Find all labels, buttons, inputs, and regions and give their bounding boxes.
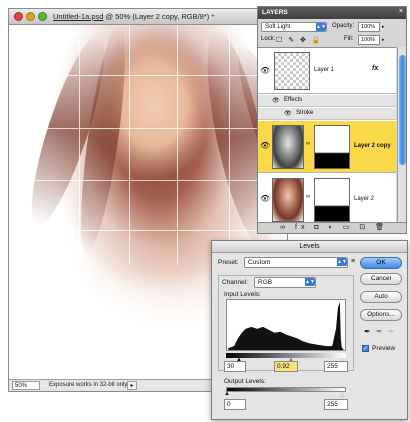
document-title: Untitled-1a.psd @ 50% (Layer 2 copy, RGB… (53, 12, 214, 21)
link-icon[interactable]: ∞ (306, 141, 310, 147)
status-text: Exposure works in 32-bit only (49, 382, 128, 388)
fill-arrow-icon[interactable]: ▸ (382, 35, 387, 45)
chevron-down-icon: ▲▼ (316, 23, 326, 31)
guide-line (9, 180, 287, 181)
blend-mode-select[interactable]: Soft Light ▲▼ (261, 22, 327, 32)
layer-thumbnail (272, 125, 304, 169)
zoom-field[interactable]: 50% (12, 381, 40, 390)
input-gamma-field[interactable]: 0.92 (274, 361, 298, 372)
channel-label: Channel: (222, 279, 249, 286)
layers-scrollbar[interactable] (397, 47, 406, 225)
fx-icon[interactable]: fx (372, 65, 378, 72)
output-levels-label: Output Levels: (224, 378, 266, 385)
layer-list: 👁 Layer 1 fx 👁 Effects 👁 Stroke 👁 ∞ Laye… (258, 47, 396, 226)
options-button[interactable]: Options... (360, 309, 402, 321)
preset-select[interactable]: Custom ▲▼ (244, 257, 348, 268)
guide-line (177, 25, 178, 265)
eye-icon[interactable]: 👁 (284, 110, 292, 117)
eye-icon[interactable]: 👁 (260, 66, 270, 76)
input-black-field[interactable]: 30 (224, 361, 246, 372)
document-title-details: @ 50% (Layer 2 copy, RGB/8*) * (103, 12, 215, 21)
layer-name: Layer 2 copy (354, 143, 391, 149)
document-title-bar[interactable]: Untitled-1a.psd @ 50% (Layer 2 copy, RGB… (9, 9, 287, 25)
layer-name: Layer 1 (314, 67, 335, 73)
minimize-window-button[interactable] (26, 12, 35, 21)
opacity-label: Opacity: (332, 23, 355, 29)
layers-panel-header[interactable]: LAYERS × (258, 7, 406, 19)
channel-value: RGB (258, 279, 273, 286)
effects-row[interactable]: 👁 Effects (258, 95, 396, 107)
opacity-arrow-icon[interactable]: ▸ (382, 22, 387, 32)
layer-row-layer-2[interactable]: 👁 ∞ Layer 2 (258, 174, 396, 226)
layer-name: Layer 2 (354, 196, 375, 202)
levels-title: Levels (212, 241, 407, 253)
layer-thumbnail (274, 52, 310, 90)
histogram-shape (228, 301, 344, 350)
layers-footer-toolbar[interactable]: ∞ fx ◘ ◐ ▭ ⊡ 🗑 (258, 222, 406, 233)
input-gradient-bar (226, 353, 346, 358)
histogram (226, 299, 346, 351)
layer-mask-thumbnail (314, 125, 350, 169)
output-black-field[interactable]: 0 (224, 399, 246, 410)
output-white-slider[interactable]: △ (340, 391, 345, 398)
output-white-field[interactable]: 255 (324, 399, 348, 410)
auto-button[interactable]: Auto (360, 291, 402, 303)
levels-dialog: Levels Preset: Custom ▲▼ ≡ Channel: RGB … (211, 240, 408, 420)
opacity-field[interactable]: 100% (358, 22, 380, 32)
blend-mode-value: Soft Light (265, 24, 291, 30)
chevron-down-icon: ▲▼ (337, 258, 347, 266)
stroke-label: Stroke (296, 110, 314, 116)
fill-label: Fill: (344, 36, 354, 42)
layer-row-layer-2-copy[interactable]: 👁 ∞ Layer 2 copy (258, 121, 396, 173)
guide-line (9, 128, 287, 129)
preset-menu-icon[interactable]: ≡ (351, 258, 355, 265)
link-icon[interactable]: ∞ (306, 194, 310, 200)
layers-panel-title: LAYERS (262, 9, 288, 16)
guide-line (9, 75, 287, 76)
close-window-button[interactable] (14, 12, 23, 21)
output-black-slider[interactable]: ▲ (224, 391, 230, 397)
black-eyedropper-icon[interactable]: ✒ (364, 327, 371, 336)
layer-row-layer-1[interactable]: 👁 Layer 1 fx (258, 48, 396, 94)
preset-label: Preset: (218, 259, 239, 266)
layer-mask-thumbnail (314, 178, 350, 222)
input-white-field[interactable]: 255 (324, 361, 348, 372)
status-menu-arrow[interactable]: ▸ (127, 381, 137, 390)
document-filename: Untitled-1a.psd (53, 12, 104, 21)
cancel-button[interactable]: Cancel (360, 273, 402, 285)
ok-button[interactable]: OK (360, 257, 402, 269)
guide-line (129, 25, 130, 265)
zoom-window-button[interactable] (38, 12, 47, 21)
close-panel-icon[interactable]: × (399, 8, 403, 15)
fill-field[interactable]: 100% (358, 35, 380, 45)
chevron-down-icon: ▲▼ (305, 278, 315, 286)
guide-line (229, 25, 230, 265)
scroll-thumb[interactable] (399, 55, 406, 165)
eye-icon[interactable]: 👁 (260, 194, 270, 204)
preview-label: Preview (372, 345, 396, 352)
effects-label: Effects (284, 97, 303, 103)
lock-row: Lock: ☐ ✎ ✥ 🔒 Fill: 100% ▸ (258, 33, 406, 47)
layer-thumbnail (272, 178, 304, 222)
guide-line (79, 25, 80, 265)
white-eyedropper-icon[interactable]: ✒ (388, 327, 395, 336)
stroke-effect-row[interactable]: 👁 Stroke (258, 108, 396, 120)
input-levels-label: Input Levels: (224, 291, 261, 298)
lock-icons[interactable]: ☐ ✎ ✥ 🔒 (276, 36, 323, 44)
layers-panel: LAYERS × Soft Light ▲▼ Opacity: 100% ▸ L… (257, 6, 407, 234)
lock-label: Lock: (261, 36, 276, 42)
preview-checkbox[interactable]: ✓ (362, 345, 369, 352)
gray-eyedropper-icon[interactable]: ✒ (376, 327, 383, 336)
preset-value: Custom (248, 259, 271, 266)
blend-row: Soft Light ▲▼ Opacity: 100% ▸ (258, 20, 406, 34)
channel-select[interactable]: RGB ▲▼ (254, 277, 316, 288)
eye-icon[interactable]: 👁 (272, 97, 280, 104)
eye-icon[interactable]: 👁 (260, 141, 270, 151)
guide-line (9, 230, 287, 231)
output-gradient-bar (226, 387, 346, 392)
